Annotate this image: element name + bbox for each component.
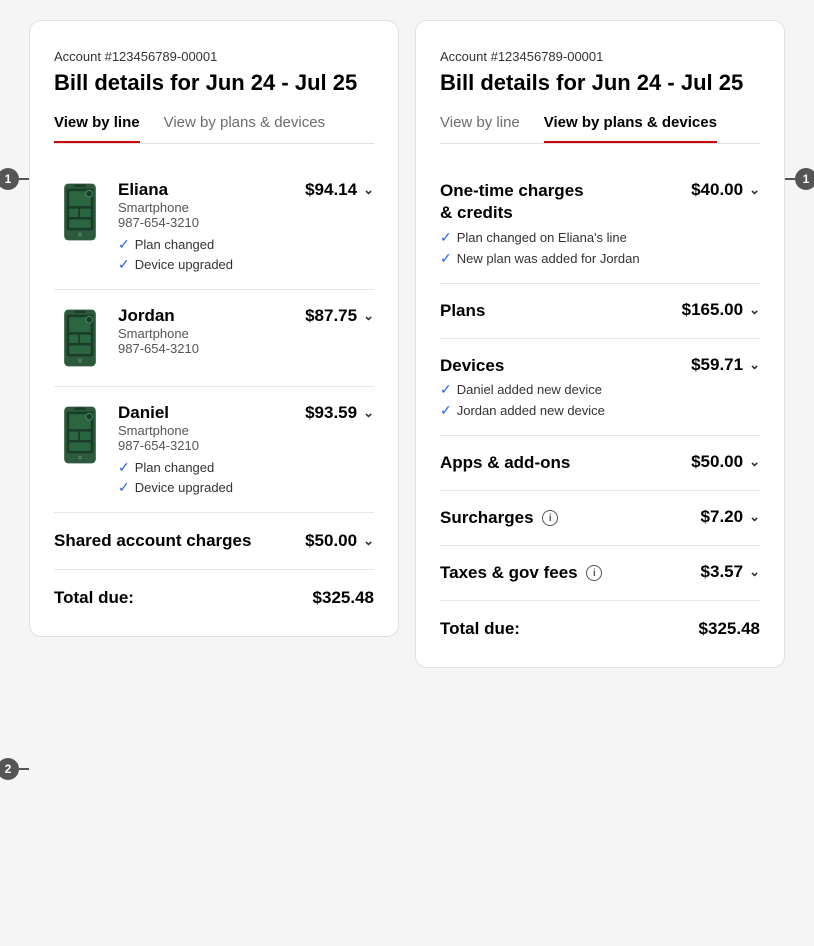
charge-taxes-amount[interactable]: $3.57 ⌄	[701, 562, 760, 582]
indicator-1-dash-right	[785, 178, 795, 180]
left-tabs: View by line View by plans & devices	[54, 114, 374, 144]
right-bill-title: Bill details for Jun 24 - Jul 25	[440, 70, 760, 96]
left-total-amount: $325.48	[313, 588, 374, 608]
phone-image-jordan	[54, 306, 106, 370]
line-name-daniel: Daniel	[118, 403, 293, 423]
indicator-2-bubble: 2	[0, 758, 19, 780]
shared-charges-label: Shared account charges	[54, 531, 251, 551]
chevron-devices: ⌄	[749, 357, 760, 373]
charge-one-time-amount[interactable]: $40.00 ⌄	[691, 180, 760, 200]
tab-view-by-line-right[interactable]: View by line	[440, 114, 520, 143]
indicator-1-dash	[19, 178, 29, 180]
charge-devices-detail-1: ✓ Daniel added new device	[440, 381, 691, 398]
left-bill-title: Bill details for Jun 24 - Jul 25	[54, 70, 374, 96]
check-icon-daniel-1: ✓	[118, 459, 130, 476]
phone-image-eliana	[54, 180, 106, 244]
chevron-taxes: ⌄	[749, 564, 760, 580]
info-icon-surcharges[interactable]: i	[542, 510, 558, 526]
line-amount-eliana[interactable]: $94.14 ⌄	[305, 180, 374, 200]
charge-devices-label: Devices	[440, 355, 591, 377]
indicator-1-bubble: 1	[0, 168, 19, 190]
eliana-device-upgraded: ✓ Device upgraded	[118, 256, 293, 273]
chevron-plans: ⌄	[749, 302, 760, 318]
indicator-1-bubble-right: 1	[795, 168, 814, 190]
right-total-row: Total due: $325.48	[440, 601, 760, 639]
line-amount-daniel[interactable]: $93.59 ⌄	[305, 403, 374, 423]
line-name-jordan: Jordan	[118, 306, 293, 326]
line-jordan: Jordan Smartphone 987-654-3210 $87.75 ⌄	[54, 290, 374, 387]
line-info-daniel: Daniel Smartphone 987-654-3210 ✓ Plan ch…	[118, 403, 293, 496]
charge-one-time: One-time charges & credits ✓ Plan change…	[440, 164, 760, 283]
right-total-amount: $325.48	[699, 619, 760, 639]
charge-devices-detail-2: ✓ Jordan added new device	[440, 402, 691, 419]
check-icon-eliana-2: ✓	[118, 256, 130, 273]
chevron-apps: ⌄	[749, 454, 760, 470]
shared-charges-amount[interactable]: $50.00 ⌄	[305, 531, 374, 551]
check-icon-daniel-2: ✓	[118, 479, 130, 496]
line-info-eliana: Eliana Smartphone 987-654-3210 ✓ Plan ch…	[118, 180, 293, 273]
charge-apps-label: Apps & add-ons	[440, 452, 570, 474]
line-eliana: Eliana Smartphone 987-654-3210 ✓ Plan ch…	[54, 164, 374, 290]
line-number-jordan: 987-654-3210	[118, 341, 293, 356]
charge-devices-amount[interactable]: $59.71 ⌄	[691, 355, 760, 375]
charge-plans: Plans $165.00 ⌄	[440, 284, 760, 339]
charge-apps: Apps & add-ons $50.00 ⌄	[440, 436, 760, 491]
charge-surcharges-label: Surcharges i	[440, 507, 558, 529]
chevron-onetime: ⌄	[749, 182, 760, 198]
eliana-plan-changed: ✓ Plan changed	[118, 236, 293, 253]
check-icon-devices-1: ✓	[440, 381, 452, 398]
line-number-daniel: 987-654-3210	[118, 438, 293, 453]
right-tabs: View by line View by plans & devices	[440, 114, 760, 144]
charge-one-time-label: One-time charges & credits	[440, 180, 591, 224]
phone-image-daniel	[54, 403, 106, 467]
info-icon-taxes[interactable]: i	[586, 565, 602, 581]
chevron-shared: ⌄	[363, 533, 374, 549]
check-icon-eliana-1: ✓	[118, 236, 130, 253]
indicator-2-dash	[19, 768, 29, 770]
right-total-label: Total due:	[440, 619, 520, 639]
charge-apps-amount[interactable]: $50.00 ⌄	[691, 452, 760, 472]
charge-one-time-group: One-time charges & credits ✓ Plan change…	[440, 180, 691, 266]
line-daniel: Daniel Smartphone 987-654-3210 ✓ Plan ch…	[54, 387, 374, 513]
line-type-daniel: Smartphone	[118, 423, 293, 438]
shared-charges-row: Shared account charges $50.00 ⌄	[54, 513, 374, 570]
line-name-eliana: Eliana	[118, 180, 293, 200]
chevron-jordan: ⌄	[363, 308, 374, 324]
line-info-jordan: Jordan Smartphone 987-654-3210	[118, 306, 293, 362]
daniel-device-upgraded: ✓ Device upgraded	[118, 479, 293, 496]
line-number-eliana: 987-654-3210	[118, 215, 293, 230]
line-amount-jordan[interactable]: $87.75 ⌄	[305, 306, 374, 326]
charge-surcharges-amount[interactable]: $7.20 ⌄	[701, 507, 760, 527]
tab-view-by-line-left[interactable]: View by line	[54, 114, 140, 143]
daniel-plan-changed: ✓ Plan changed	[118, 459, 293, 476]
charge-taxes: Taxes & gov fees i $3.57 ⌄	[440, 546, 760, 601]
charge-devices-group: Devices ✓ Daniel added new device ✓ Jord…	[440, 355, 691, 419]
charge-plans-label: Plans	[440, 300, 485, 322]
check-icon-onetime-2: ✓	[440, 250, 452, 267]
check-icon-onetime-1: ✓	[440, 229, 452, 246]
charge-one-time-detail-1: ✓ Plan changed on Eliana's line	[440, 229, 691, 246]
charge-one-time-detail-2: ✓ New plan was added for Jordan	[440, 250, 691, 267]
check-icon-devices-2: ✓	[440, 402, 452, 419]
chevron-surcharges: ⌄	[749, 509, 760, 525]
line-type-eliana: Smartphone	[118, 200, 293, 215]
line-type-jordan: Smartphone	[118, 326, 293, 341]
left-total-label: Total due:	[54, 588, 134, 608]
chevron-daniel: ⌄	[363, 405, 374, 421]
chevron-eliana: ⌄	[363, 182, 374, 198]
charge-devices: Devices ✓ Daniel added new device ✓ Jord…	[440, 339, 760, 436]
right-account-number: Account #123456789-00001	[440, 49, 760, 64]
charge-plans-amount[interactable]: $165.00 ⌄	[682, 300, 760, 320]
tab-view-by-plans-left[interactable]: View by plans & devices	[164, 114, 325, 143]
left-account-number: Account #123456789-00001	[54, 49, 374, 64]
charge-surcharges: Surcharges i $7.20 ⌄	[440, 491, 760, 546]
left-panel: Account #123456789-00001 Bill details fo…	[29, 20, 399, 637]
tab-view-by-plans-right[interactable]: View by plans & devices	[544, 114, 717, 143]
charge-taxes-label: Taxes & gov fees i	[440, 562, 602, 584]
right-panel: Account #123456789-00001 Bill details fo…	[415, 20, 785, 668]
left-total-row: Total due: $325.48	[54, 570, 374, 608]
